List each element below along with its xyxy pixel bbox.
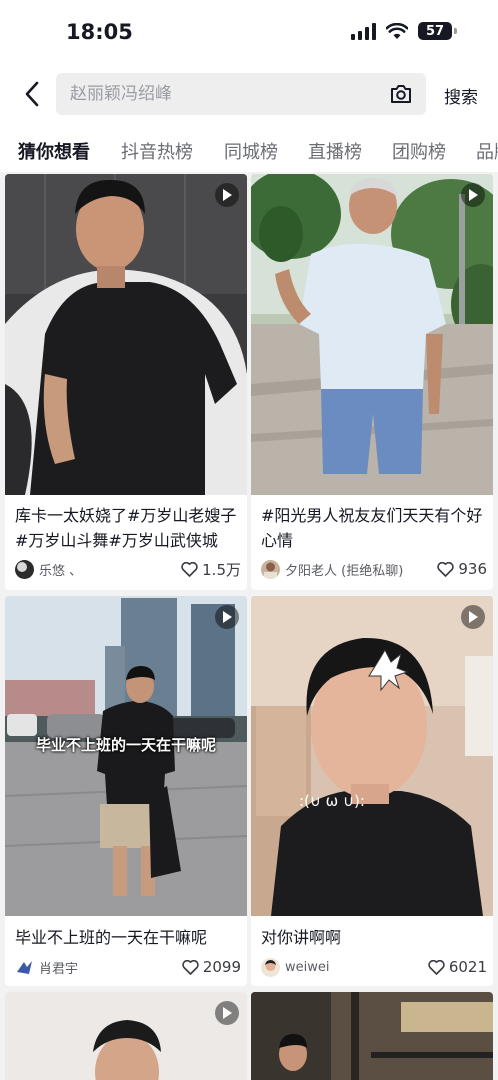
video-overlay-text: 毕业不上班的一天在干嘛呢: [35, 736, 216, 754]
video-feed: 库卡一太妖娆了#万岁山老嫂子#万岁山斗舞#万岁山武侠城 乐悠 、 1.5万 #阳…: [0, 172, 498, 1080]
video-caption: #阳光男人祝友友们天天有个好心情: [261, 506, 483, 550]
play-badge: [461, 605, 485, 629]
avatar[interactable]: [261, 957, 280, 977]
video-meta: 乐悠 、 1.5万: [15, 558, 241, 580]
thumbnail-image: [251, 992, 493, 1080]
chevron-left-icon: [25, 81, 39, 107]
video-thumbnail[interactable]: 毕业不上班的一天在干嘛呢: [5, 596, 247, 916]
author-name[interactable]: 肖君宇: [39, 958, 182, 977]
video-meta: 夕阳老人 (拒绝私聊) 936: [261, 558, 487, 580]
video-caption: 对你讲啊啊: [261, 928, 342, 947]
video-card[interactable]: [5, 992, 247, 1080]
play-badge: [215, 1001, 239, 1025]
thumbnail-image: [5, 174, 247, 495]
thumbnail-image: [251, 174, 493, 495]
camera-search-button[interactable]: [388, 81, 414, 107]
play-icon: [469, 189, 478, 201]
avatar[interactable]: [15, 559, 34, 579]
tab-guess-you-like[interactable]: 猜你想看: [18, 138, 90, 164]
tab-local[interactable]: 同城榜: [224, 138, 278, 164]
thumbnail-image: [5, 992, 247, 1080]
video-thumbnail[interactable]: [251, 174, 493, 495]
like-count-value: 1.5万: [202, 560, 241, 579]
status-time: 18:05: [66, 20, 133, 44]
video-card[interactable]: [251, 992, 493, 1080]
video-caption: 毕业不上班的一天在干嘛呢: [15, 928, 208, 947]
play-icon: [223, 189, 232, 201]
video-thumbnail[interactable]: [5, 174, 247, 495]
video-meta: weiwei 6021: [261, 956, 487, 978]
search-header: 搜索: [0, 66, 498, 124]
video-card[interactable]: 毕业不上班的一天在干嘛呢 毕业不上班的一天在干嘛呢 肖君宇 2099: [5, 596, 247, 986]
like-count[interactable]: 6021: [428, 958, 487, 976]
like-count[interactable]: 1.5万: [181, 559, 241, 580]
thumbnail-image: :(∪ ω ∪):: [251, 596, 493, 916]
author-name[interactable]: 夕阳老人 (拒绝私聊): [285, 560, 437, 579]
cellular-signal-icon: [351, 22, 376, 40]
heart-outline-icon: [181, 561, 198, 577]
search-submit-button[interactable]: 搜索: [444, 83, 478, 108]
status-icons: 57: [351, 22, 457, 40]
video-thumbnail[interactable]: [5, 992, 247, 1080]
camera-search-icon: [391, 85, 411, 103]
like-count-value: 6021: [448, 958, 487, 976]
ranking-tabs: 猜你想看 抖音热榜 同城榜 直播榜 团购榜 品牌: [0, 124, 498, 172]
like-count-value: 936: [458, 560, 487, 578]
video-caption: 库卡一太妖娆了#万岁山老嫂子#万岁山斗舞#万岁山武侠城: [15, 506, 237, 550]
heart-outline-icon: [428, 959, 445, 975]
tab-brand[interactable]: 品牌: [476, 138, 498, 164]
video-card[interactable]: #阳光男人祝友友们天天有个好心情 夕阳老人 (拒绝私聊) 936: [251, 174, 493, 590]
wifi-icon: [386, 22, 408, 39]
heart-outline-icon: [182, 959, 199, 975]
play-icon: [469, 611, 478, 623]
status-bar: 18:05 57: [0, 0, 498, 66]
play-icon: [223, 611, 232, 623]
tab-live[interactable]: 直播榜: [308, 138, 362, 164]
video-thumbnail[interactable]: [251, 992, 493, 1080]
video-card[interactable]: 库卡一太妖娆了#万岁山老嫂子#万岁山斗舞#万岁山武侠城 乐悠 、 1.5万: [5, 174, 247, 590]
thumbnail-image: [5, 596, 247, 916]
play-icon: [223, 1007, 232, 1019]
avatar[interactable]: [261, 559, 280, 579]
tab-group-buy[interactable]: 团购榜: [392, 138, 446, 164]
play-badge: [215, 605, 239, 629]
like-count[interactable]: 936: [437, 560, 487, 578]
tab-douyin-hot[interactable]: 抖音热榜: [121, 138, 193, 164]
video-thumbnail[interactable]: :(∪ ω ∪):: [251, 596, 493, 916]
like-count-value: 2099: [202, 958, 241, 976]
video-card[interactable]: :(∪ ω ∪): 对你讲啊啊 weiwei 6021: [251, 596, 493, 986]
video-meta: 肖君宇 2099: [15, 956, 241, 978]
play-badge: [461, 183, 485, 207]
author-name[interactable]: weiwei: [285, 960, 428, 975]
back-button[interactable]: [16, 78, 48, 110]
play-badge: [215, 183, 239, 207]
author-name[interactable]: 乐悠 、: [39, 560, 181, 579]
avatar[interactable]: [15, 957, 34, 977]
like-count[interactable]: 2099: [182, 958, 241, 976]
heart-outline-icon: [437, 561, 455, 577]
svg-text::(∪ ω ∪):: :(∪ ω ∪):: [299, 792, 365, 810]
battery-icon: 57: [418, 22, 457, 40]
search-box[interactable]: [56, 73, 426, 115]
search-input[interactable]: [70, 73, 370, 115]
